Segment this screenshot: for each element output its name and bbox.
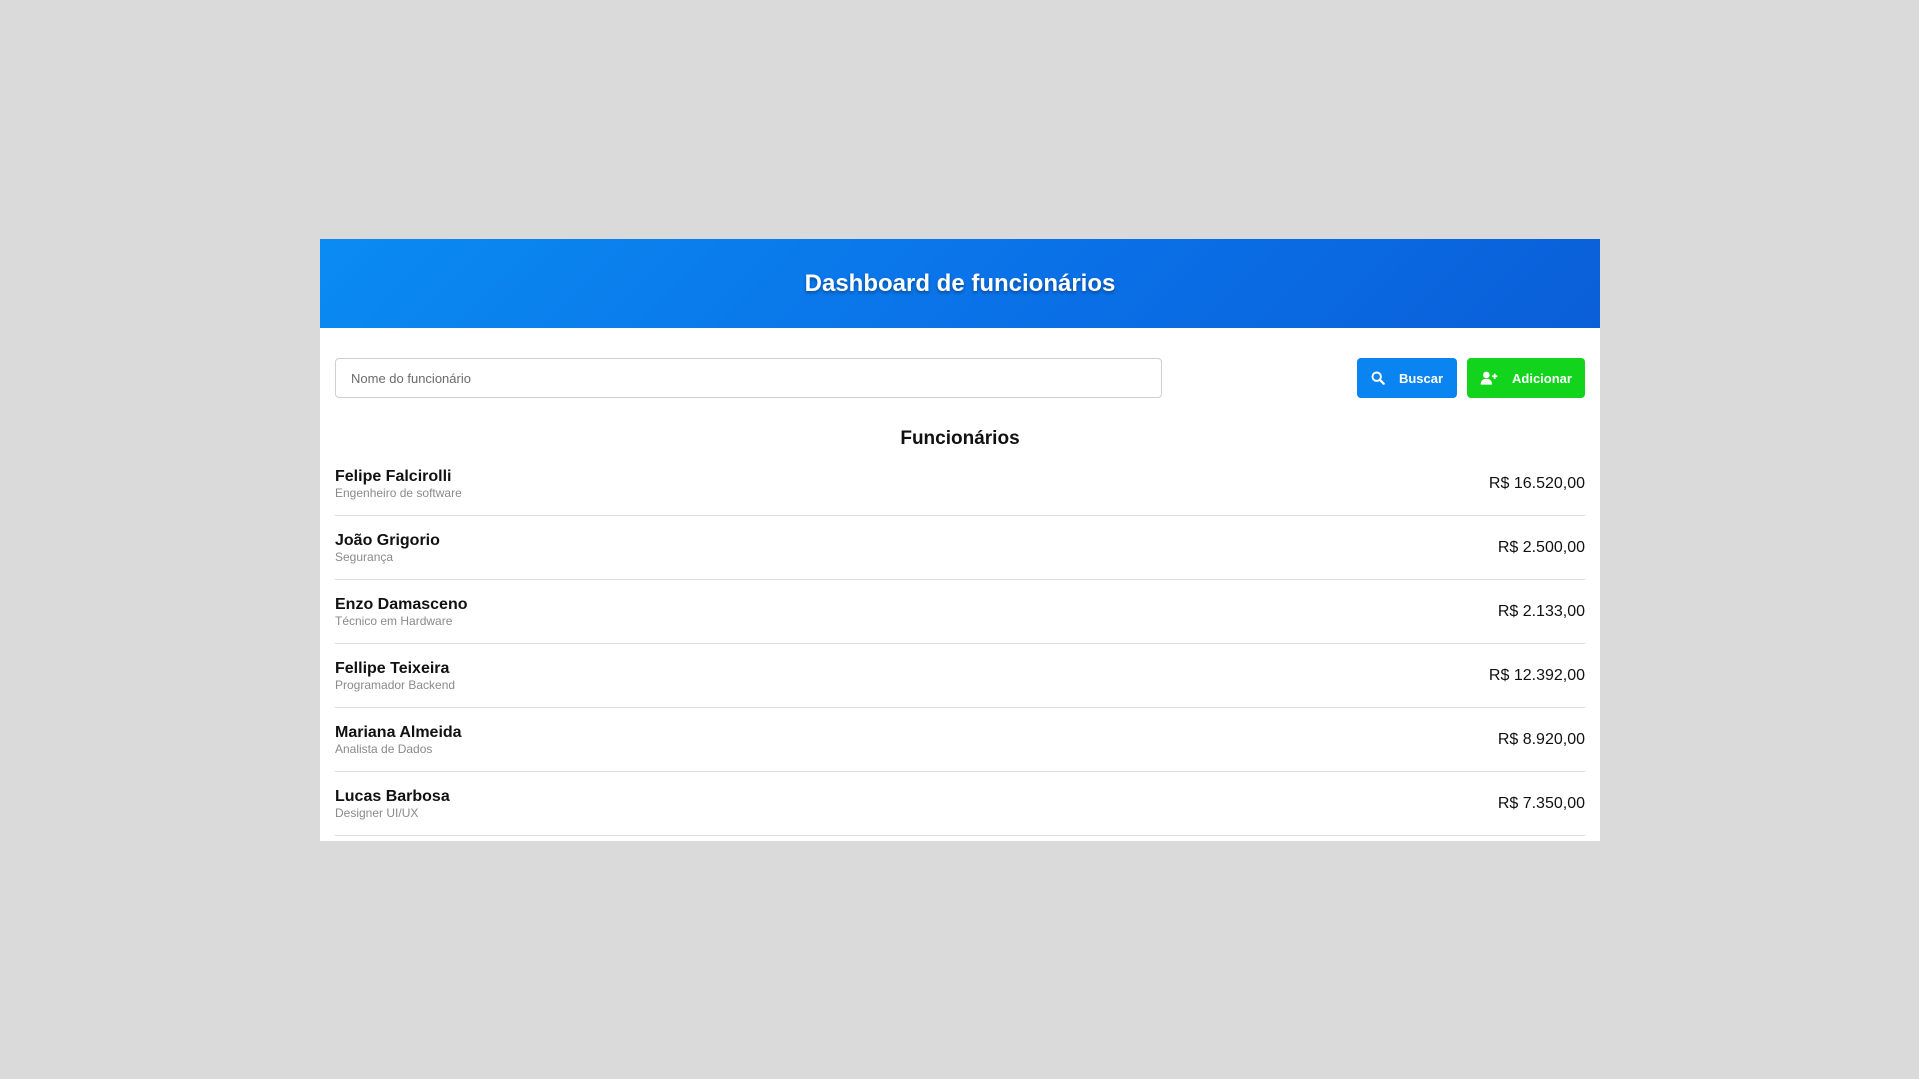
employee-row[interactable]: Mariana Almeida Analista de Dados R$ 8.9… [335,708,1585,772]
employee-info: Enzo Damasceno Técnico em Hardware [335,595,467,629]
employee-name: Lucas Barbosa [335,787,450,805]
add-user-icon [1480,371,1498,385]
employee-role: Técnico em Hardware [335,613,453,628]
employee-name: Fellipe Teixeira [335,659,450,677]
employee-name: Enzo Damasceno [335,595,468,613]
employee-name: Felipe Falcirolli [335,467,452,485]
search-icon [1371,371,1385,385]
employee-info: Fellipe Teixeira Programador Backend [335,659,455,693]
employee-salary: R$ 2.500,00 [1497,538,1585,556]
employees-section-title: Funcionários [900,428,1020,449]
employee-role: Analista de Dados [335,741,433,756]
employee-name: João Grigorio [335,531,440,549]
employee-info: Lucas Barbosa Designer UI/UX [335,787,450,821]
add-button-label: Adicionar [1512,370,1572,386]
employee-info: Felipe Falcirolli Engenheiro de software [335,467,462,501]
employee-role: Designer UI/UX [335,805,419,820]
employee-salary: R$ 16.520,00 [1488,474,1585,492]
employee-name: Mariana Almeida [335,723,462,741]
add-employee-button[interactable]: Adicionar [1467,358,1585,398]
employee-row[interactable]: Enzo Damasceno Técnico em Hardware R$ 2.… [335,580,1585,644]
employee-salary: R$ 8.920,00 [1497,730,1585,748]
employee-row[interactable]: Lucas Barbosa Designer UI/UX R$ 7.350,00 [335,772,1585,836]
employee-salary: R$ 7.350,00 [1497,794,1585,812]
employee-info: Mariana Almeida Analista de Dados [335,723,462,757]
employee-info: João Grigorio Segurança [335,531,440,565]
employee-role: Engenheiro de software [335,485,462,500]
dashboard-card: Dashboard de funcionários Buscar [320,239,1600,841]
page-title: Dashboard de funcionários [804,269,1116,297]
toolbar: Buscar Adicionar [335,358,1585,398]
employee-row[interactable]: Fellipe Teixeira Programador Backend R$ … [335,644,1585,708]
header-banner: Dashboard de funcionários [320,239,1600,328]
employee-name-input[interactable] [335,358,1162,398]
employee-salary: R$ 12.392,00 [1488,666,1585,684]
employee-row[interactable]: Felipe Falcirolli Engenheiro de software… [335,452,1585,516]
employee-role: Segurança [335,549,394,564]
employee-salary: R$ 2.133,00 [1497,602,1585,620]
employee-role: Programador Backend [335,677,456,692]
employee-list: Felipe Falcirolli Engenheiro de software… [335,452,1585,836]
search-button[interactable]: Buscar [1357,358,1457,398]
employee-row[interactable]: João Grigorio Segurança R$ 2.500,00 [335,516,1585,580]
search-button-label: Buscar [1398,370,1444,386]
